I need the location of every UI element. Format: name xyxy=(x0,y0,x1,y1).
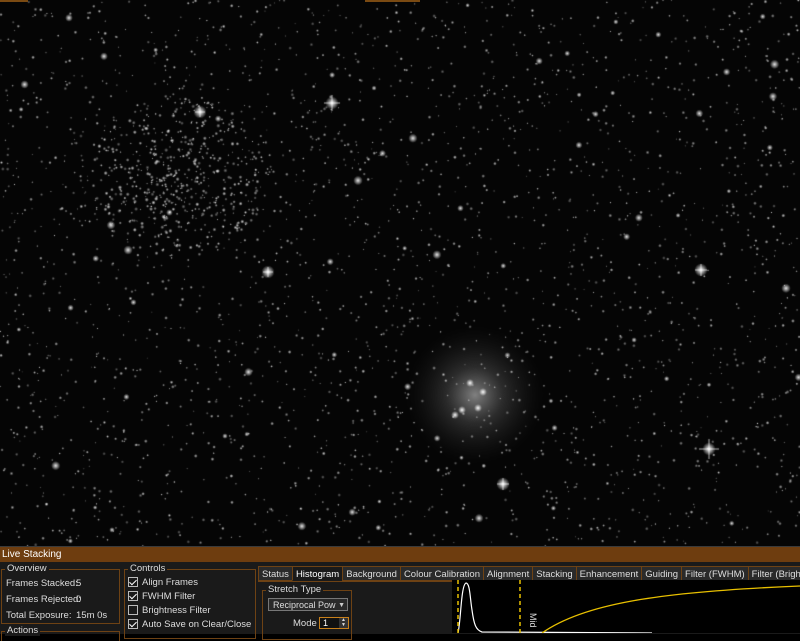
select-value: Reciprocal Pow xyxy=(273,600,336,610)
overview-title: Overview xyxy=(5,563,49,574)
checkbox-icon[interactable] xyxy=(128,591,138,602)
stacked-image-view[interactable] xyxy=(0,0,800,546)
checkbox-label: Auto Save on Clear/Close xyxy=(142,619,252,630)
checkbox-label: Align Frames xyxy=(142,577,198,588)
window-edge-accent xyxy=(365,0,420,2)
tab-guiding[interactable]: Guiding xyxy=(641,566,683,581)
checkbox-label: FWHM Filter xyxy=(142,591,196,602)
overview-group: Overview Frames Stacked: 5 Frames Reject… xyxy=(1,563,120,624)
mode-label: Mode xyxy=(293,618,317,629)
stat-value: 0 xyxy=(76,594,82,605)
actions-title: Actions xyxy=(5,625,41,636)
tab-alignment[interactable]: Alignment xyxy=(482,566,534,581)
window-edge-accent xyxy=(0,0,28,2)
tab-filter-brightness[interactable]: Filter (Brightne xyxy=(747,566,800,581)
checkbox-icon[interactable] xyxy=(128,619,138,630)
controls-group: Controls Align Frames FWHM Filter Bright… xyxy=(124,563,256,639)
tab-histogram[interactable]: Histogram xyxy=(291,566,344,581)
mode-value: 1 xyxy=(323,618,329,628)
tab-filter-fwhm[interactable]: Filter (FWHM) xyxy=(681,566,749,581)
tab-stacking[interactable]: Stacking xyxy=(532,566,577,581)
tab-enhancement[interactable]: Enhancement xyxy=(575,566,643,581)
tab-background[interactable]: Background xyxy=(342,566,401,581)
stat-frames-stacked: Frames Stacked: 5 xyxy=(6,578,82,589)
align-frames-checkbox[interactable]: Align Frames xyxy=(128,577,198,588)
stat-total-exposure: Total Exposure: 15m 0s xyxy=(6,610,107,621)
stretch-type-select[interactable]: Reciprocal Pow ▼ xyxy=(268,598,348,611)
stat-value: 5 xyxy=(76,578,82,589)
tab-status[interactable]: Status xyxy=(258,566,293,581)
panel-title: Live Stacking xyxy=(0,547,800,562)
checkbox-label: Brightness Filter xyxy=(142,605,211,616)
checkbox-icon[interactable] xyxy=(128,605,138,616)
spinner-arrows-icon[interactable]: ▲ ▼ xyxy=(339,618,348,628)
checkbox-icon[interactable] xyxy=(128,577,138,588)
histogram-plot[interactable]: Mid xyxy=(452,580,800,633)
auto-save-checkbox[interactable]: Auto Save on Clear/Close xyxy=(128,619,251,630)
stat-label: Total Exposure: xyxy=(6,610,72,621)
stretch-curve xyxy=(541,585,800,633)
chevron-down-icon: ▼ xyxy=(338,602,345,609)
fwhm-filter-checkbox[interactable]: FWHM Filter xyxy=(128,591,195,602)
brightness-filter-checkbox[interactable]: Brightness Filter xyxy=(128,605,211,616)
stretch-type-title: Stretch Type xyxy=(266,584,324,595)
stat-label: Frames Stacked: xyxy=(6,578,78,589)
tab-colour-calibration[interactable]: Colour Calibration xyxy=(399,566,484,581)
stat-frames-rejected: Frames Rejected: 0 xyxy=(6,594,81,605)
stat-label: Frames Rejected: xyxy=(6,594,81,605)
mid-label: Mid xyxy=(528,613,538,628)
stat-value: 15m 0s xyxy=(76,610,108,621)
controls-title: Controls xyxy=(128,563,168,574)
mode-spinner[interactable]: 1 ▲ ▼ xyxy=(319,617,349,629)
